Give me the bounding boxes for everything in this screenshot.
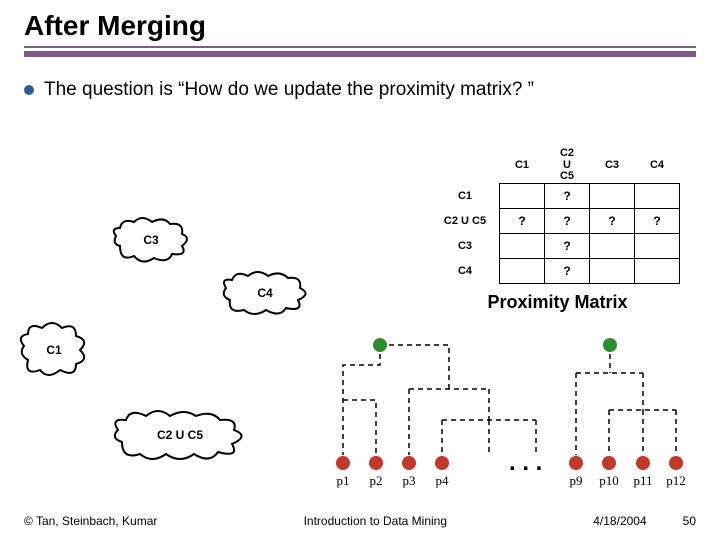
slide: After Merging The question is “How do we… xyxy=(0,0,720,540)
cell: ? xyxy=(545,208,590,233)
leaf-label: p10 xyxy=(599,473,619,488)
proximity-matrix-caption: Proximity Matrix xyxy=(435,292,680,313)
footer: © Tan, Steinbach, Kumar Introduction to … xyxy=(0,514,720,528)
title-rule xyxy=(24,46,696,57)
cell xyxy=(635,258,680,283)
leaf-label: p11 xyxy=(633,473,652,488)
body: The question is “How do we update the pr… xyxy=(0,57,720,101)
footer-page: 50 xyxy=(683,514,696,528)
bullet-row: The question is “How do we update the pr… xyxy=(24,79,696,101)
cell xyxy=(590,233,635,258)
leaf-label: p4 xyxy=(436,473,450,488)
leaf-label: p1 xyxy=(337,473,350,488)
cluster-cloud-c2uc5: C2 U C5 xyxy=(110,408,250,462)
cell: ? xyxy=(545,183,590,208)
cell xyxy=(590,183,635,208)
proximity-matrix: C1 C2UC5 C3 C4 C1 ? C2 U C5 ? ? ? ? C3 xyxy=(435,148,680,313)
table-row: C2 U C5 ? ? ? ? xyxy=(435,208,680,233)
col-header: C2UC5 xyxy=(545,148,590,183)
cell xyxy=(635,183,680,208)
leaf-label: p2 xyxy=(370,473,383,488)
dendrogram: p1 p2 p3 p4 p9 p10 p11 p12 . . . xyxy=(325,335,695,505)
cell: ? xyxy=(545,233,590,258)
table-header-row: C1 C2UC5 C3 C4 xyxy=(435,148,680,183)
cell: ? xyxy=(590,208,635,233)
proximity-table: C1 C2UC5 C3 C4 C1 ? C2 U C5 ? ? ? ? C3 xyxy=(435,148,680,284)
leaf-label: p9 xyxy=(570,473,583,488)
col-header: C4 xyxy=(635,148,680,183)
cluster-cloud-c3: C3 xyxy=(110,216,192,264)
cell xyxy=(500,258,545,283)
cell: ? xyxy=(635,208,680,233)
table-row: C1 ? xyxy=(435,183,680,208)
cell xyxy=(590,258,635,283)
footer-course: Introduction to Data Mining xyxy=(157,514,593,528)
cluster-cloud-c1: C1 xyxy=(18,320,90,380)
ellipsis-icon: . . . xyxy=(509,449,542,476)
cell xyxy=(500,183,545,208)
footer-date: 4/18/2004 xyxy=(593,514,646,528)
cluster-label: C3 xyxy=(143,233,158,247)
leaf-label: p12 xyxy=(666,473,686,488)
cell xyxy=(635,233,680,258)
table-row: C4 ? xyxy=(435,258,680,283)
cell: ? xyxy=(500,208,545,233)
cluster-label: C1 xyxy=(46,343,61,357)
bullet-text: The question is “How do we update the pr… xyxy=(44,79,534,101)
row-header: C1 xyxy=(435,183,500,208)
row-header: C4 xyxy=(435,258,500,283)
col-header: C1 xyxy=(500,148,545,183)
page-title: After Merging xyxy=(0,0,720,46)
cluster-cloud-c4: C4 xyxy=(220,270,310,316)
cell: ? xyxy=(545,258,590,283)
col-header: C3 xyxy=(590,148,635,183)
cell xyxy=(500,233,545,258)
footer-copyright: © Tan, Steinbach, Kumar xyxy=(24,514,157,528)
leaf-label: p3 xyxy=(403,473,416,488)
cluster-label: C2 U C5 xyxy=(157,428,203,442)
table-row: C3 ? xyxy=(435,233,680,258)
cluster-label: C4 xyxy=(257,286,272,300)
row-header: C2 U C5 xyxy=(435,208,500,233)
row-header: C3 xyxy=(435,233,500,258)
bullet-dot-icon xyxy=(24,85,34,95)
